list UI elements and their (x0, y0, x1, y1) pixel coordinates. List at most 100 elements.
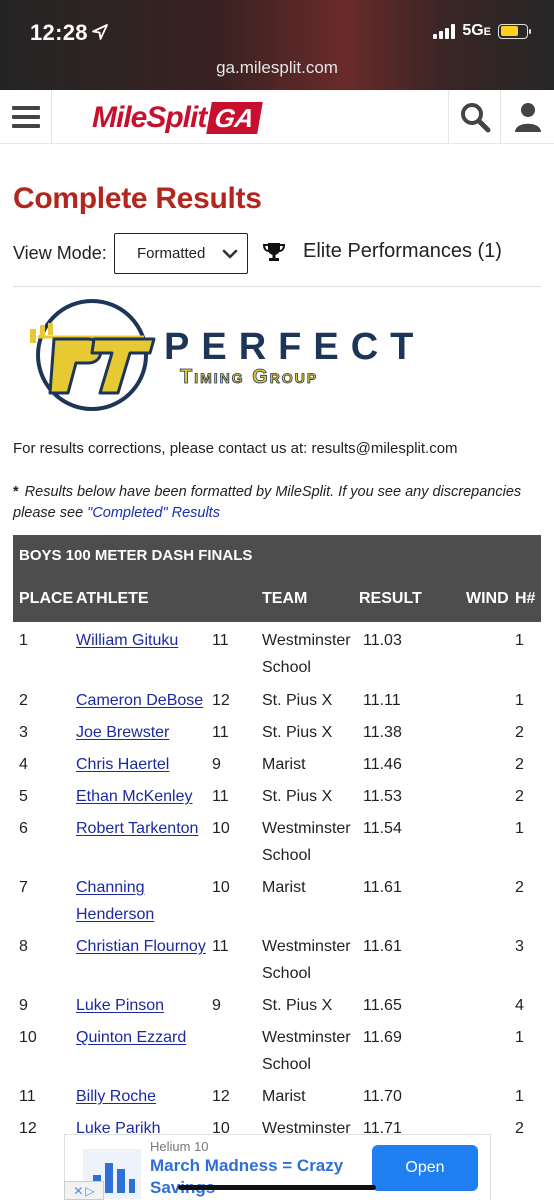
ad-banner[interactable]: Helium 10 March Madness = Crazy Savings … (64, 1134, 491, 1200)
site-header: MileSplit GA (0, 90, 554, 144)
user-icon[interactable] (500, 90, 554, 144)
result-cell: 11.70 (363, 1088, 402, 1105)
ad-open-button[interactable]: Open (372, 1145, 478, 1191)
view-mode-value: Formatted (137, 245, 206, 262)
result-cell: 11.69 (363, 1029, 402, 1046)
heat-cell: 1 (515, 632, 524, 649)
table-row: 8 Christian Flournoy 11 Westminster School 1… (13, 933, 541, 987)
place-cell: 2 (19, 692, 28, 709)
table-row: 4 Chris Haertel 9 Marist 11.46 2 (13, 751, 541, 778)
table-header: PLACE ATHLETE TEAM RESULT WIND H# (13, 577, 541, 622)
athlete-link[interactable]: Quinton Ezzard (76, 1024, 206, 1051)
divider (13, 286, 541, 287)
result-cell: 11.38 (363, 724, 402, 741)
page-title: Complete Results (13, 182, 262, 215)
team-cell: St. Pius X (262, 997, 333, 1014)
grade-cell: 12 (212, 1088, 230, 1105)
ad-choices-close[interactable]: ✕ ▷ (64, 1181, 104, 1200)
heat-cell: 3 (515, 938, 524, 955)
result-cell: 11.46 (363, 756, 402, 773)
formatted-note: * Results below have been formatted by Mi… (13, 484, 522, 521)
home-indicator[interactable] (178, 1185, 376, 1190)
location-arrow-icon (92, 24, 108, 40)
col-place: PLACE (19, 590, 74, 607)
grade-cell: 11 (212, 724, 229, 741)
milesplit-logo[interactable]: MileSplit GA (92, 98, 264, 138)
heat-cell: 2 (515, 724, 524, 741)
athlete-link[interactable]: Luke Pinson (76, 992, 206, 1019)
athlete-link[interactable]: Ethan McKenley (76, 783, 206, 810)
athlete-link[interactable]: Cameron DeBose (76, 687, 206, 714)
completed-results-link[interactable]: "Completed" Results (87, 505, 220, 521)
place-cell: 9 (19, 997, 28, 1014)
athlete-link[interactable]: William Gituku (76, 627, 206, 654)
heat-cell: 1 (515, 1088, 524, 1105)
result-cell: 11.61 (363, 879, 402, 896)
result-cell: 11.61 (363, 938, 402, 955)
athlete-link[interactable]: Channing Henderson (76, 874, 206, 928)
col-heat: H# (515, 590, 536, 607)
logo-perfect-text: PERFECT (164, 326, 414, 368)
search-icon[interactable] (448, 90, 500, 144)
view-mode-label: View Mode: (13, 243, 107, 263)
perfect-timing-group-logo: PERFECT Timing Group (30, 299, 414, 411)
heat-cell: 2 (515, 788, 524, 805)
close-icon[interactable]: ✕ (73, 1184, 83, 1198)
team-cell: St. Pius X (262, 788, 333, 805)
team-cell: Westminster School (262, 938, 351, 982)
status-time: 12:28 (30, 20, 88, 45)
elite-performances-label: Elite Performances (1) (303, 240, 502, 262)
trophy-icon (263, 242, 285, 261)
contact-text: For results corrections, please contact … (13, 440, 458, 457)
table-row: 10 Quinton Ezzard Westminster School 11.69 1 (13, 1024, 541, 1078)
team-cell: Marist (262, 879, 306, 896)
team-cell: St. Pius X (262, 724, 333, 741)
result-cell: 11.65 (363, 997, 402, 1014)
grade-cell: 10 (212, 820, 230, 837)
table-row: 3 Joe Brewster 11 St. Pius X 11.38 2 (13, 719, 541, 746)
heat-cell: 2 (515, 879, 524, 896)
grade-cell: 9 (212, 997, 221, 1014)
place-cell: 10 (19, 1029, 37, 1046)
athlete-link[interactable]: Chris Haertel (76, 751, 206, 778)
url-bar[interactable]: ga.milesplit.com (0, 58, 554, 78)
browser-top-bar: 12:28 5GE ga.milesplit.com (0, 0, 554, 90)
table-row: 9 Luke Pinson 9 St. Pius X 11.65 4 (13, 992, 541, 1019)
team-cell: Marist (262, 756, 306, 773)
grade-cell: 11 (212, 938, 229, 955)
view-mode-select[interactable]: Formatted (114, 233, 248, 274)
place-cell: 3 (19, 724, 28, 741)
place-cell: 7 (19, 879, 28, 896)
team-cell: Marist (262, 1088, 306, 1105)
adchoices-icon[interactable]: ▷ (85, 1184, 94, 1198)
chevron-down-icon (222, 249, 238, 259)
elite-performances-link[interactable]: Elite Performances (1) (263, 240, 502, 263)
athlete-link[interactable]: Robert Tarkenton (76, 815, 206, 842)
heat-cell: 1 (515, 692, 524, 709)
heat-cell: 2 (515, 756, 524, 773)
heat-cell: 4 (515, 997, 524, 1014)
grade-cell: 11 (212, 788, 229, 805)
place-cell: 6 (19, 820, 28, 837)
col-result: RESULT (359, 590, 422, 607)
athlete-link[interactable]: Christian Flournoy (76, 933, 206, 960)
grade-cell: 12 (212, 692, 230, 709)
athlete-link[interactable]: Joe Brewster (76, 719, 206, 746)
place-cell: 4 (19, 756, 28, 773)
place-cell: 12 (19, 1120, 37, 1137)
ad-headline[interactable]: March Madness = Crazy Savings (150, 1155, 355, 1199)
athlete-link[interactable]: Billy Roche (76, 1083, 206, 1110)
grade-cell: 9 (212, 756, 221, 773)
result-cell: 11.03 (363, 632, 402, 649)
logo-timing-text: Timing Group (180, 366, 318, 388)
place-cell: 1 (19, 632, 28, 649)
table-row: 11 Billy Roche 12 Marist 11.70 1 (13, 1083, 541, 1110)
result-cell: 11.53 (363, 788, 402, 805)
table-row: 5 Ethan McKenley 11 St. Pius X 11.53 2 (13, 783, 541, 810)
hamburger-icon[interactable] (0, 90, 52, 144)
col-team: TEAM (262, 590, 308, 607)
heat-cell: 1 (515, 820, 524, 837)
logo-region: GA (206, 102, 264, 134)
grade-cell: 11 (212, 632, 229, 649)
place-cell: 8 (19, 938, 28, 955)
